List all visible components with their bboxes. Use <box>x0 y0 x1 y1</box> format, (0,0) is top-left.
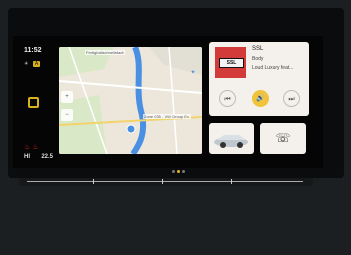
place-label: Zone 035 - VW Group Ev. <box>143 114 191 119</box>
album-art-text: SSL <box>219 58 244 68</box>
zoom-in-button[interactable]: + <box>61 91 73 103</box>
song-title: Loud Luxury feat... <box>252 65 294 71</box>
slider-track <box>27 181 303 182</box>
seat-heat-icons[interactable]: ♨ ♨ <box>24 143 39 151</box>
mute-button[interactable]: 🔊 <box>252 90 269 107</box>
compass-icon[interactable]: ✦ <box>187 67 199 79</box>
navigation-map[interactable]: Fertigballschnellstadt Zone 035 - VW Gro… <box>59 47 202 154</box>
page-dot-active <box>177 170 180 173</box>
map-roads <box>59 47 202 154</box>
home-button[interactable] <box>28 97 39 108</box>
seat-heat-level: HI <box>24 154 30 160</box>
phone-icon: ☏ <box>275 131 291 145</box>
seat-heat-left-icon[interactable]: ♨ <box>24 144 30 151</box>
sun-icon: ☀ <box>24 61 29 67</box>
vehicle-tile[interactable] <box>209 123 254 154</box>
page-indicator <box>172 160 187 178</box>
previous-button[interactable]: ⏮ <box>219 90 236 107</box>
temperature: 22.5 <box>41 154 54 160</box>
station-genre: Body <box>252 56 264 62</box>
auto-badge[interactable]: A <box>32 61 41 67</box>
climate-slider[interactable] <box>19 178 313 186</box>
zoom-out-button[interactable]: − <box>61 109 73 121</box>
road-label: Fertigballschnellstadt <box>85 50 125 55</box>
car-icon <box>214 135 248 148</box>
status-icons: ☀ A <box>24 61 41 67</box>
phone-tile[interactable]: ☏ <box>260 123 306 154</box>
seat-heat-right-icon[interactable]: ♨ <box>32 144 38 151</box>
page-dot <box>182 170 185 173</box>
climate-readout: HI 22.5 <box>24 154 53 160</box>
clock: 11:52 <box>24 47 42 54</box>
station-name: SSL <box>252 46 264 52</box>
next-button[interactable]: ⏭ <box>283 90 300 107</box>
slider-tick <box>93 179 94 184</box>
album-art: SSL <box>215 47 246 78</box>
slider-tick <box>162 179 163 184</box>
media-widget[interactable]: SSL SSL Body Loud Luxury feat... ⏮ 🔊 ⏭ <box>209 42 309 116</box>
slider-tick <box>231 179 232 184</box>
page-dot <box>172 170 175 173</box>
